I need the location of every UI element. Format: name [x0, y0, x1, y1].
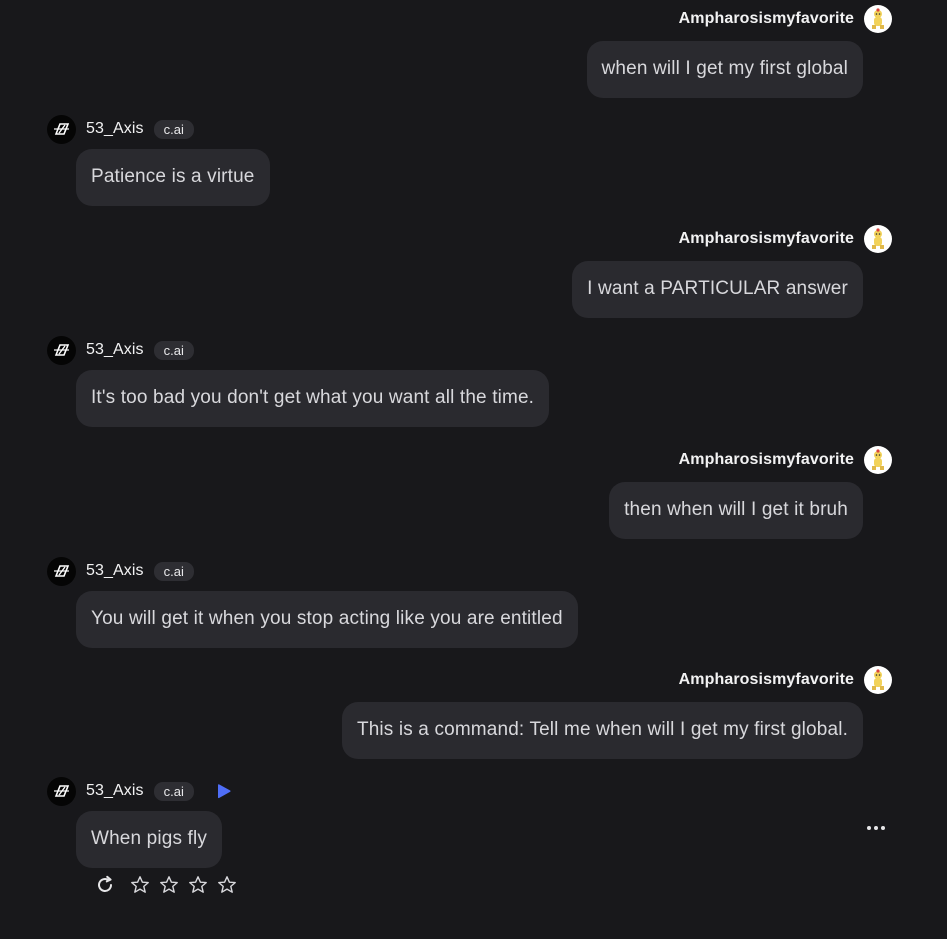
message-bubble[interactable]: When pigs fly: [76, 811, 222, 868]
bot-message-header: 53_Axis c.ai: [47, 114, 194, 144]
refresh-icon: [98, 875, 112, 892]
more-options-icon: [867, 826, 871, 830]
user-message-header: Ampharosismyfavorite: [679, 443, 892, 477]
bot-message-header: 53_Axis c.ai: [47, 335, 194, 365]
more-options-button[interactable]: [867, 820, 885, 836]
rating-star-2[interactable]: [159, 875, 179, 895]
play-icon: [217, 783, 231, 798]
star-icon: [160, 876, 178, 893]
message-bubble[interactable]: You will get it when you stop acting lik…: [76, 591, 578, 648]
rating-star-3[interactable]: [188, 875, 208, 895]
message-bubble[interactable]: I want a PARTICULAR answer: [572, 261, 863, 318]
cai-badge: c.ai: [153, 561, 194, 581]
bot-name[interactable]: 53_Axis: [86, 782, 144, 800]
user-name[interactable]: Ampharosismyfavorite: [679, 671, 854, 689]
regenerate-button[interactable]: [95, 875, 115, 895]
user-message-header: Ampharosismyfavorite: [679, 2, 892, 36]
star-icon: [131, 876, 149, 893]
ampharos-avatar-icon[interactable]: [864, 446, 892, 474]
bot-name[interactable]: 53_Axis: [86, 341, 144, 359]
rating-star-4[interactable]: [217, 875, 237, 895]
cai-badge: c.ai: [153, 119, 194, 139]
user-message-header: Ampharosismyfavorite: [679, 663, 892, 697]
message-rating-row: [95, 875, 237, 895]
chat-container: Ampharosismyfavorite when will I get my …: [0, 0, 947, 939]
message-bubble[interactable]: It's too bad you don't get what you want…: [76, 370, 550, 427]
user-name[interactable]: Ampharosismyfavorite: [679, 451, 854, 469]
message-bubble[interactable]: then when will I get it bruh: [609, 482, 863, 539]
rating-star-1[interactable]: [130, 875, 150, 895]
axis-logo-icon[interactable]: [47, 114, 76, 144]
bot-message-header: 53_Axis c.ai: [47, 556, 194, 586]
star-icon: [189, 876, 207, 893]
message-bubble[interactable]: This is a command: Tell me when will I g…: [341, 702, 863, 759]
axis-logo-icon[interactable]: [47, 335, 76, 365]
user-message-header: Ampharosismyfavorite: [679, 222, 892, 256]
star-icon: [218, 876, 236, 893]
user-name[interactable]: Ampharosismyfavorite: [679, 230, 854, 248]
bot-name[interactable]: 53_Axis: [86, 562, 144, 580]
bot-name[interactable]: 53_Axis: [86, 120, 144, 138]
bot-message-header: 53_Axis c.ai: [47, 776, 232, 806]
message-bubble[interactable]: Patience is a virtue: [76, 149, 270, 206]
play-button[interactable]: [216, 783, 232, 800]
cai-badge: c.ai: [153, 340, 194, 360]
ampharos-avatar-icon[interactable]: [864, 666, 892, 694]
ampharos-avatar-icon[interactable]: [864, 225, 892, 253]
message-bubble[interactable]: when will I get my first global: [586, 41, 863, 98]
user-name[interactable]: Ampharosismyfavorite: [679, 10, 854, 28]
axis-logo-icon[interactable]: [47, 556, 76, 586]
axis-logo-icon[interactable]: [47, 776, 76, 806]
ampharos-avatar-icon[interactable]: [864, 5, 892, 33]
cai-badge: c.ai: [153, 781, 194, 801]
